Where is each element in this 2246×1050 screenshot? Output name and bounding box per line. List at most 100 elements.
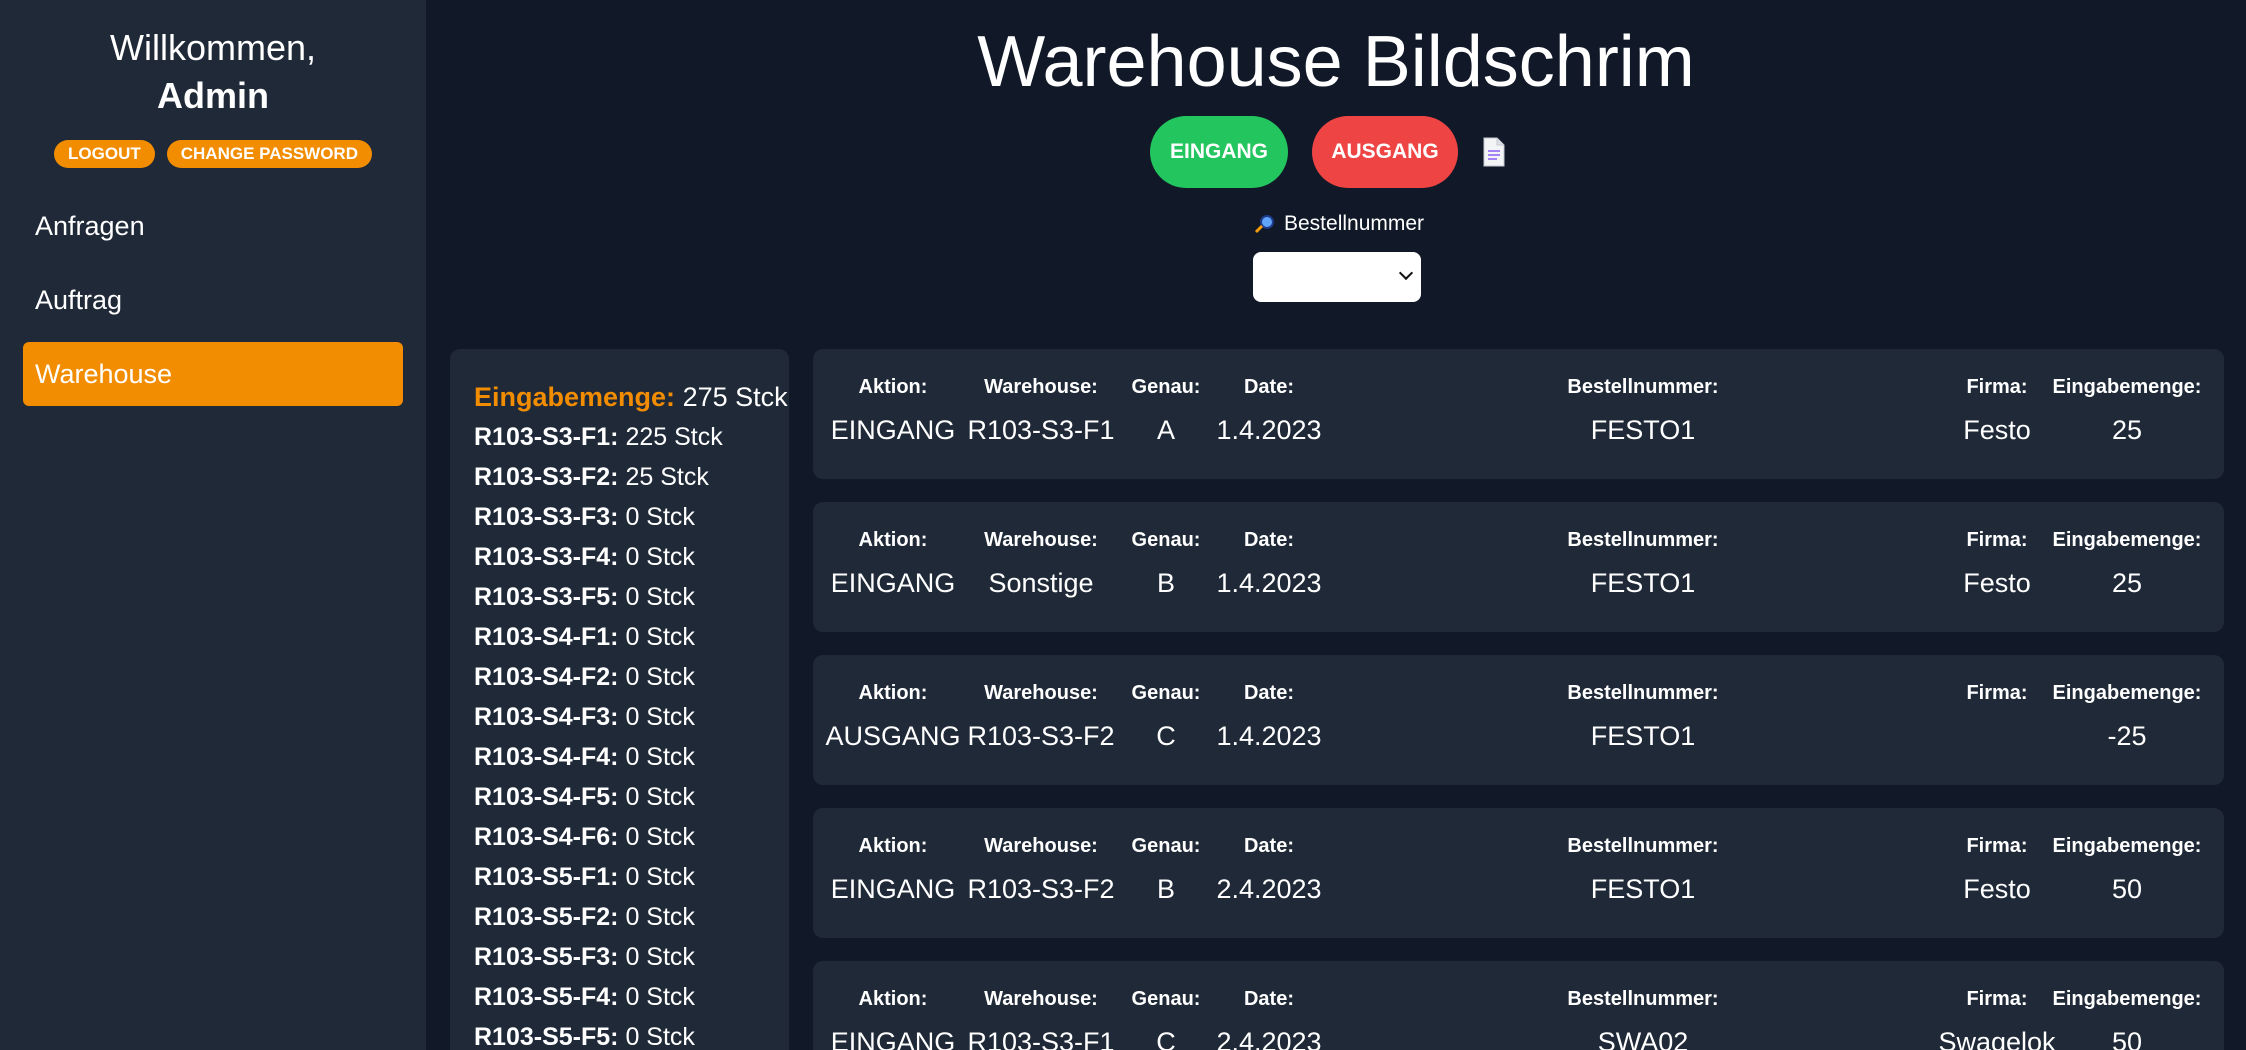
stock-row: R103-S4-F4: 0 Stck	[474, 737, 765, 777]
stock-location: R103-S4-F2:	[474, 663, 619, 691]
entry-value-menge: 50	[2111, 1027, 2143, 1050]
sidebar-item-warehouse[interactable]: Warehouse	[23, 342, 403, 406]
stock-location: R103-S5-F1:	[474, 863, 619, 891]
stock-row: R103-S5-F3: 0 Stck	[474, 937, 765, 977]
stock-row: R103-S5-F2: 0 Stck	[474, 897, 765, 937]
ausgang-button[interactable]: AUSGANG	[1312, 116, 1458, 188]
search-label: Bestellnummer	[1254, 212, 1424, 236]
entry-value-bestellnummer: FESTO1	[1590, 874, 1696, 904]
stock-quantity: 0 Stck	[625, 1023, 695, 1050]
stock-quantity: 0 Stck	[625, 583, 695, 611]
entry-value-menge: 25	[2111, 568, 2143, 598]
stock-quantity: 25 Stck	[625, 463, 709, 491]
eingang-button[interactable]: EINGANG	[1150, 116, 1288, 188]
stock-location: R103-S3-F1:	[474, 423, 619, 451]
entry-label-menge: Eingabemenge:	[2052, 988, 2202, 1010]
entry-value-date: 2.4.2023	[1216, 874, 1322, 904]
entry-value-date: 1.4.2023	[1216, 721, 1322, 751]
search-label-text: Bestellnummer	[1284, 212, 1425, 235]
stock-location: R103-S4-F6:	[474, 823, 619, 851]
entry-label-bestellnummer: Bestellnummer:	[1567, 682, 1719, 704]
stock-row: R103-S3-F5: 0 Stck	[474, 577, 765, 617]
stock-location: R103-S5-F4:	[474, 983, 619, 1011]
entry-label-date: Date:	[1243, 529, 1294, 551]
entry-label-date: Date:	[1243, 682, 1294, 704]
stock-location: R103-S5-F3:	[474, 943, 619, 971]
sidebar-item-anfragen[interactable]: Anfragen	[23, 194, 403, 258]
stock-summary-panel: Eingabemenge: 275 Stck R103-S3-F1: 225 S…	[450, 349, 789, 1050]
stock-location: R103-S5-F5:	[474, 1023, 619, 1050]
stock-row: R103-S5-F1: 0 Stck	[474, 857, 765, 897]
auth-actions: LOGOUT CHANGE PASSWORD	[0, 140, 426, 168]
stock-total-value: 275 Stck	[682, 382, 788, 412]
sidebar-nav: Anfragen Auftrag Warehouse	[0, 194, 426, 406]
entry-value-bestellnummer: SWA02	[1597, 1027, 1689, 1050]
stock-quantity: 0 Stck	[625, 623, 695, 651]
stock-row: R103-S5-F4: 0 Stck	[474, 977, 765, 1017]
stock-location: R103-S3-F4:	[474, 543, 619, 571]
stock-quantity: 0 Stck	[625, 863, 695, 891]
stock-location: R103-S4-F5:	[474, 783, 619, 811]
stock-row: R103-S3-F2: 25 Stck	[474, 457, 765, 497]
stock-location: R103-S5-F2:	[474, 903, 619, 931]
stock-row: R103-S4-F6: 0 Stck	[474, 817, 765, 857]
change-password-button[interactable]: CHANGE PASSWORD	[166, 140, 372, 168]
entry-label-menge: Eingabemenge:	[2052, 376, 2202, 398]
entry-value-date: 1.4.2023	[1216, 415, 1322, 445]
stock-location: R103-S3-F2:	[474, 463, 619, 491]
entry-value-menge: 50	[2111, 874, 2143, 904]
entry-label-menge: Eingabemenge:	[2052, 835, 2202, 857]
welcome-text: Willkommen,	[109, 27, 316, 68]
stock-quantity: 0 Stck	[625, 943, 695, 971]
username: Admin	[157, 75, 269, 116]
stock-quantity: 0 Stck	[625, 743, 695, 771]
entry-card[interactable]: Aktion: EINGANG Warehouse: Sonstige Genau: B D…	[813, 502, 2224, 632]
entry-value-menge: -25	[2107, 721, 2147, 751]
chevron-down-icon	[1398, 265, 1414, 281]
bestellnummer-select[interactable]	[1253, 252, 1421, 302]
entry-label-bestellnummer: Bestellnummer:	[1567, 376, 1719, 398]
entry-value-bestellnummer: FESTO1	[1590, 415, 1696, 445]
stock-row: R103-S4-F2: 0 Stck	[474, 657, 765, 697]
entry-label-date: Date:	[1243, 835, 1294, 857]
stock-quantity: 0 Stck	[625, 543, 695, 571]
stock-location: R103-S4-F4:	[474, 743, 619, 771]
stock-total-label: Eingabemenge:	[474, 382, 676, 412]
stock-quantity: 0 Stck	[625, 903, 695, 931]
action-buttons: EINGANG AUSGANG	[1150, 116, 1506, 188]
entry-value-date: 2.4.2023	[1216, 1027, 1322, 1050]
stock-location: R103-S3-F5:	[474, 583, 619, 611]
stock-row: R103-S3-F1: 225 Stck	[474, 417, 765, 457]
stock-quantity: 0 Stck	[625, 503, 695, 531]
stock-location: R103-S3-F3:	[474, 503, 619, 531]
entry-value-date: 1.4.2023	[1216, 568, 1322, 598]
sidebar-item-auftrag[interactable]: Auftrag	[23, 268, 403, 332]
stock-quantity: 0 Stck	[625, 703, 695, 731]
stock-row: R103-S4-F5: 0 Stck	[474, 777, 765, 817]
entry-label-menge: Eingabemenge:	[2052, 682, 2202, 704]
stock-location: R103-S4-F3:	[474, 703, 619, 731]
stock-row: R103-S4-F1: 0 Stck	[474, 617, 765, 657]
entry-card[interactable]: Aktion: EINGANG Warehouse: R103-S3-F1 Genau:…	[813, 961, 2224, 1050]
entry-value-bestellnummer: FESTO1	[1590, 721, 1696, 751]
stock-quantity: 0 Stck	[625, 983, 695, 1011]
entry-label-bestellnummer: Bestellnummer:	[1567, 529, 1719, 551]
welcome-message: Willkommen, Admin	[0, 24, 426, 120]
stock-quantity: 0 Stck	[625, 663, 695, 691]
logout-button[interactable]: LOGOUT	[54, 140, 155, 168]
entry-label-bestellnummer: Bestellnummer:	[1567, 988, 1719, 1010]
entry-label-date: Date:	[1243, 376, 1294, 398]
stock-quantity: 0 Stck	[625, 783, 695, 811]
entry-card[interactable]: Aktion: EINGANG Warehouse: R103-S3-F2 Genau:…	[813, 808, 2224, 938]
stock-row: R103-S3-F4: 0 Stck	[474, 537, 765, 577]
entry-label-menge: Eingabemenge:	[2052, 529, 2202, 551]
stock-location: R103-S4-F1:	[474, 623, 619, 651]
stock-total: Eingabemenge: 275 Stck	[474, 377, 788, 417]
magnifier-icon	[1254, 215, 1274, 234]
entry-label-bestellnummer: Bestellnummer:	[1567, 835, 1719, 857]
document-icon[interactable]	[1482, 137, 1506, 167]
entry-card[interactable]: Aktion: EINGANG Warehouse: R103-S3-F1 Genau:…	[813, 349, 2224, 479]
entry-card[interactable]: Aktion: AUSGANG Warehouse: R103-S3-F2 Genau:…	[813, 655, 2224, 785]
stock-row: R103-S3-F3: 0 Stck	[474, 497, 765, 537]
stock-row: R103-S4-F3: 0 Stck	[474, 697, 765, 737]
